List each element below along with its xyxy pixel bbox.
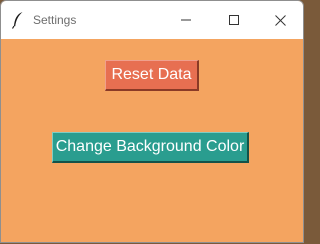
minimize-button[interactable] bbox=[163, 1, 209, 39]
title-bar[interactable]: Settings bbox=[1, 1, 303, 39]
window-title: Settings bbox=[33, 13, 77, 27]
change-background-color-button[interactable]: Change Background Color bbox=[52, 132, 249, 163]
close-icon bbox=[274, 14, 286, 26]
maximize-icon bbox=[229, 15, 239, 25]
maximize-button[interactable] bbox=[211, 1, 257, 39]
close-button[interactable] bbox=[257, 1, 303, 39]
feather-icon bbox=[11, 11, 25, 29]
reset-data-button[interactable]: Reset Data bbox=[105, 60, 199, 91]
settings-window: Settings Reset Data Change Background Co… bbox=[0, 0, 304, 243]
minimize-icon bbox=[181, 15, 191, 25]
window-content: Reset Data Change Background Color bbox=[1, 39, 303, 242]
